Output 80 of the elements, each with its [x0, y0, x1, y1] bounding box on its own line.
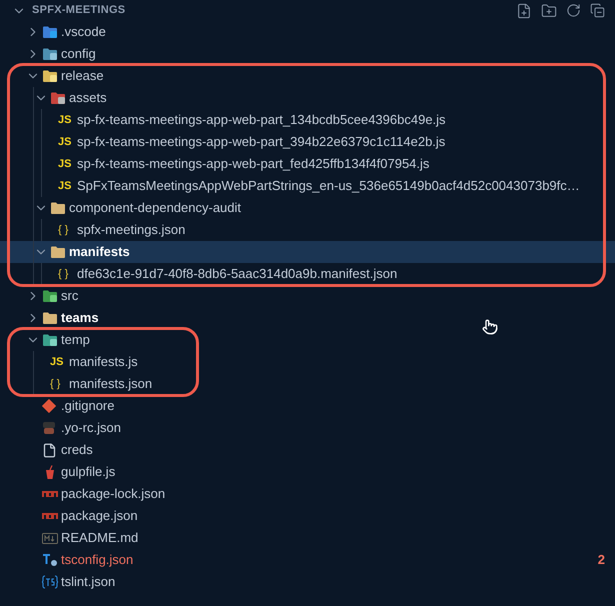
braces-icon: { }: [50, 376, 66, 392]
folder-name: component-dependency-audit: [69, 199, 242, 218]
collapse-all-icon[interactable]: [590, 3, 605, 18]
file-name: sp-fx-teams-meetings-app-web-part_fed425ffb134f4f07954.js: [77, 155, 430, 174]
file-name: manifests.js: [69, 353, 138, 372]
workspace-title: SPFX-MEETINGS: [32, 3, 126, 18]
folder-row[interactable]: component-dependency-audit: [0, 197, 615, 219]
folder-row[interactable]: release: [0, 65, 615, 87]
file-icon: [42, 442, 57, 458]
folder-icon: [50, 201, 66, 215]
file-row[interactable]: creds: [0, 439, 615, 461]
markdown-icon: [42, 532, 58, 544]
file-row[interactable]: .gitignore: [0, 395, 615, 417]
file-row[interactable]: { } manifests.json: [0, 373, 615, 395]
file-row[interactable]: tslint.json: [0, 571, 615, 593]
folder-name: src: [61, 287, 78, 306]
folder-icon: [42, 69, 58, 83]
file-row[interactable]: gulpfile.js: [0, 461, 615, 483]
cup-icon: [45, 464, 55, 480]
file-row[interactable]: tsconfig.json 2: [0, 549, 615, 571]
file-row[interactable]: package-lock.json: [0, 483, 615, 505]
file-row[interactable]: JS manifests.js: [0, 351, 615, 373]
file-name: README.md: [61, 529, 138, 548]
npm-icon: [42, 513, 58, 519]
folder-row[interactable]: .vscode: [0, 21, 615, 43]
braces-ts-icon: [42, 575, 58, 589]
file-row[interactable]: README.md: [0, 527, 615, 549]
new-file-icon[interactable]: [516, 2, 532, 18]
file-name: .yo-rc.json: [61, 419, 121, 438]
folder-row[interactable]: temp: [0, 329, 615, 351]
folder-row[interactable]: teams: [0, 307, 615, 329]
folder-name: manifests: [69, 243, 130, 262]
refresh-icon[interactable]: [566, 3, 581, 18]
js-icon: JS: [58, 112, 74, 128]
folder-row[interactable]: manifests: [0, 241, 615, 263]
folder-name: .vscode: [61, 23, 106, 42]
js-icon: JS: [58, 134, 74, 150]
folder-name: assets: [69, 89, 107, 108]
file-row[interactable]: { } spfx-meetings.json: [0, 219, 615, 241]
js-icon: JS: [58, 178, 74, 194]
file-name: package.json: [61, 507, 138, 526]
js-icon: JS: [58, 156, 74, 172]
folder-name: release: [61, 67, 104, 86]
file-name: sp-fx-teams-meetings-app-web-part_394b22e6379c1c114e2b.js: [77, 133, 446, 152]
folder-icon: [50, 91, 66, 105]
file-row[interactable]: JS sp-fx-teams-meetings-app-web-part_394b22e6379c1c114e2b.js: [0, 131, 615, 153]
file-name: package-lock.json: [61, 485, 166, 504]
problem-count: 2: [598, 551, 605, 570]
folder-row[interactable]: assets: [0, 87, 615, 109]
new-folder-icon[interactable]: [541, 2, 557, 18]
folder-row[interactable]: src: [0, 285, 615, 307]
file-name: spfx-meetings.json: [77, 221, 186, 240]
folder-icon: [42, 311, 58, 325]
folder-name: temp: [61, 331, 90, 350]
file-row[interactable]: { } dfe63c1e-91d7-40f8-8db6-5aac314d0a9b.manifest.json: [0, 263, 615, 285]
file-row[interactable]: JS SpFxTeamsMeetingsAppWebPartStrings_en-us_536e65149b0acf4d52c0043073b9fc…: [0, 175, 615, 197]
folder-name: teams: [61, 309, 99, 328]
file-row[interactable]: .yo-rc.json: [0, 417, 615, 439]
folder-name: config: [61, 45, 96, 64]
file-name: SpFxTeamsMeetingsAppWebPartStrings_en-us_536e65149b0acf4d52c0043073b9fc…: [77, 177, 580, 196]
file-name: gulpfile.js: [61, 463, 116, 482]
braces-icon: { }: [58, 266, 74, 282]
file-row[interactable]: JS sp-fx-teams-meetings-app-web-part_fed425ffb134f4f07954.js: [0, 153, 615, 175]
hand-cursor-icon: [482, 319, 498, 335]
git-icon: [42, 399, 56, 413]
file-name: manifests.json: [69, 375, 152, 394]
file-row[interactable]: JS sp-fx-teams-meetings-app-web-part_134bcdb5cee4396bc49e.js: [0, 109, 615, 131]
file-name: tsconfig.json: [61, 551, 134, 570]
file-row[interactable]: package.json: [0, 505, 615, 527]
braces-icon: { }: [58, 222, 74, 238]
file-name: .gitignore: [61, 397, 114, 416]
npm-icon: [42, 491, 58, 497]
folder-row[interactable]: config: [0, 43, 615, 65]
file-name: sp-fx-teams-meetings-app-web-part_134bcdb5cee4396bc49e.js: [77, 111, 446, 130]
file-name: dfe63c1e-91d7-40f8-8db6-5aac314d0a9b.manifest.json: [77, 265, 398, 284]
folder-icon: [42, 25, 58, 39]
file-name: creds: [61, 441, 93, 460]
folder-icon: [50, 245, 66, 259]
js-icon: JS: [50, 354, 66, 370]
file-name: tslint.json: [61, 573, 116, 592]
